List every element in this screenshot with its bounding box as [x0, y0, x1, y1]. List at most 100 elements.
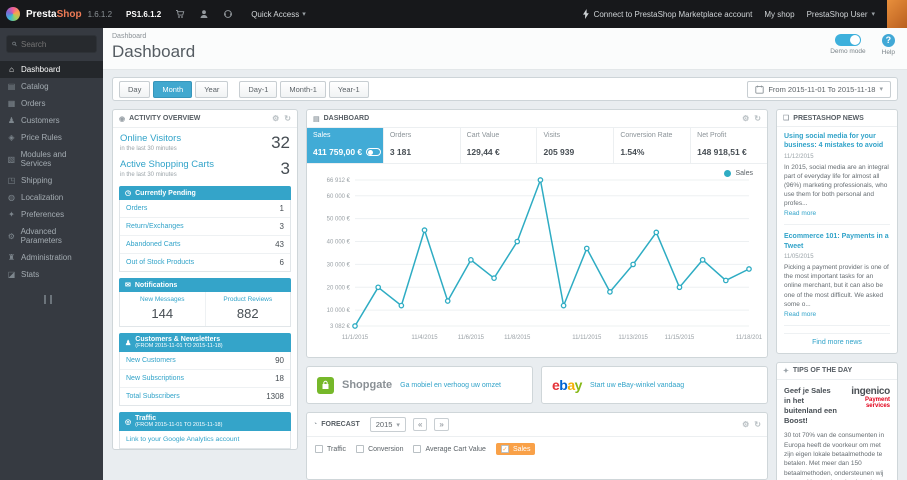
- middle-column: ▤ DASHBOARD ⚙ ↻ Sales 411 759,00 € Orders…: [306, 109, 768, 480]
- forecast-cart-value-checkbox[interactable]: Average Cart Value: [413, 445, 486, 453]
- google-analytics-link[interactable]: Link to your Google Analytics account: [120, 431, 290, 448]
- prev-year-button[interactable]: «: [412, 418, 428, 431]
- filter-month-1-button[interactable]: Month-1: [280, 80, 326, 98]
- out-of-stock-link[interactable]: Out of Stock Products: [126, 259, 194, 266]
- sidebar-item-administration[interactable]: ♜ Administration: [0, 249, 103, 266]
- filter-day-1-button[interactable]: Day-1: [239, 80, 278, 98]
- help-label: Help: [881, 49, 895, 56]
- sidebar-item-localization[interactable]: ◍ Localization: [0, 189, 103, 206]
- avatar[interactable]: [887, 0, 907, 28]
- product-reviews-link[interactable]: Product Reviews: [208, 296, 289, 303]
- sidebar-item-stats[interactable]: ◪ Stats: [0, 266, 103, 283]
- user-icon[interactable]: [199, 9, 209, 19]
- gear-icon[interactable]: ⚙: [272, 114, 279, 123]
- svg-text:20 000 €: 20 000 €: [327, 285, 351, 291]
- sidebar-item-label: Modules and Services: [20, 150, 67, 168]
- refresh-icon[interactable]: ↻: [754, 420, 761, 429]
- support-icon[interactable]: [223, 9, 233, 19]
- returns-link[interactable]: Return/Exchanges: [126, 223, 184, 230]
- forecast-conversion-checkbox[interactable]: Conversion: [356, 445, 403, 453]
- year-value: 2015: [375, 420, 393, 429]
- checkbox-checked-icon: ✓: [500, 445, 509, 453]
- news-article: Ecommerce 101: Payments in a Tweet 11/05…: [784, 232, 890, 326]
- forecast-legend-label: Average Cart Value: [425, 445, 486, 453]
- refresh-icon[interactable]: ↻: [754, 114, 761, 123]
- search-input[interactable]: [21, 39, 91, 49]
- sidebar-item-advanced-parameters[interactable]: ⚙ Advanced Parameters: [0, 223, 103, 249]
- row-value: 1: [279, 204, 284, 213]
- news-article-title[interactable]: Using social media for your business: 4 …: [784, 132, 890, 151]
- panel-title: ACTIVITY OVERVIEW: [129, 115, 201, 122]
- sidebar-item-modules[interactable]: ▧ Modules and Services: [0, 146, 103, 172]
- forecast-sales-checkbox[interactable]: ✓ Sales: [495, 443, 536, 455]
- sidebar-search[interactable]: [6, 35, 97, 53]
- marketplace-link[interactable]: Connect to PrestaShop Marketplace accoun…: [582, 9, 752, 19]
- read-more-link[interactable]: Read more: [784, 311, 890, 318]
- demo-mode-toggle[interactable]: [834, 34, 861, 46]
- stat-subtitle: in the last 30 minutes: [120, 172, 177, 178]
- shopgate-logo-text: Shopgate: [342, 379, 393, 391]
- new-messages-link[interactable]: New Messages: [122, 296, 203, 303]
- new-subscriptions-link[interactable]: New Subscriptions: [126, 375, 184, 382]
- online-visitors-link[interactable]: Online Visitors: [120, 133, 181, 144]
- panel-title: PRESTASHOP NEWS: [793, 114, 864, 122]
- shop-name[interactable]: PS1.6.1.2: [126, 10, 161, 19]
- right-column: ❏ PRESTASHOP NEWS Using social media for…: [776, 109, 898, 480]
- year-select[interactable]: 2015 ▾: [369, 417, 406, 432]
- sidebar-item-preferences[interactable]: ✦ Preferences: [0, 206, 103, 223]
- filter-day-button[interactable]: Day: [119, 80, 151, 98]
- sidebar-item-catalog[interactable]: ▤ Catalog: [0, 78, 103, 95]
- section-title-text: Traffic: [135, 415, 157, 422]
- filter-year-1-button[interactable]: Year-1: [328, 80, 369, 98]
- news-article-title[interactable]: Ecommerce 101: Payments in a Tweet: [784, 232, 890, 251]
- find-more-news-link[interactable]: Find more news: [784, 332, 890, 346]
- help-control[interactable]: ? Help: [882, 34, 895, 56]
- forecast-traffic-checkbox[interactable]: Traffic: [315, 445, 346, 453]
- gear-icon[interactable]: ⚙: [742, 114, 749, 123]
- kpi-sales[interactable]: Sales 411 759,00 €: [307, 128, 384, 163]
- ebay-link[interactable]: Start uw eBay-winkel vandaag: [590, 382, 684, 389]
- kpi-conversion-rate[interactable]: Conversion Rate 1.54%: [614, 128, 692, 163]
- quick-access-menu[interactable]: Quick Access ▾: [251, 10, 306, 19]
- new-customers-link[interactable]: New Customers: [126, 357, 176, 364]
- active-carts-link[interactable]: Active Shopping Carts: [120, 159, 214, 170]
- filter-year-button[interactable]: Year: [195, 80, 229, 98]
- globe-icon: ◍: [8, 193, 15, 202]
- my-shop-link[interactable]: My shop: [764, 10, 794, 19]
- calendar-icon: [755, 85, 764, 94]
- gear-icon[interactable]: ⚙: [742, 420, 749, 429]
- kpi-visits[interactable]: Visits 205 939: [537, 128, 615, 163]
- kpi-net-profit[interactable]: Net Profit 148 918,51 €: [691, 128, 767, 163]
- filter-month-button[interactable]: Month: [153, 80, 193, 98]
- sidebar-item-dashboard[interactable]: ⌂ Dashboard: [0, 61, 103, 78]
- next-year-button[interactable]: »: [434, 418, 449, 431]
- news-body: Using social media for your business: 4 …: [777, 127, 897, 353]
- date-range-picker[interactable]: From 2015-11-01 To 2015-11-18 ▾: [747, 80, 891, 98]
- sidebar-item-customers[interactable]: ♟ Customers: [0, 112, 103, 129]
- svg-text:3 082 €: 3 082 €: [330, 324, 351, 330]
- abandoned-carts-link[interactable]: Abandoned Carts: [126, 241, 180, 248]
- sales-curve-toggle[interactable]: [366, 148, 382, 156]
- total-subscribers-link[interactable]: Total Subscribers: [126, 393, 180, 400]
- demo-mode-control[interactable]: Demo mode: [830, 34, 866, 56]
- help-icon[interactable]: ?: [881, 34, 895, 47]
- svg-text:11/18/201: 11/18/201: [736, 335, 763, 341]
- kpi-orders[interactable]: Orders 3 181: [384, 128, 461, 163]
- cart-icon[interactable]: [175, 9, 185, 19]
- kpi-cart-value[interactable]: Cart Value 129,44 €: [461, 128, 538, 163]
- sidebar-item-price-rules[interactable]: ◈ Price Rules: [0, 129, 103, 146]
- news-article: Using social media for your business: 4 …: [784, 132, 890, 226]
- legend-dot-icon: [724, 170, 732, 177]
- row-value: 6: [279, 258, 284, 267]
- sidebar-item-orders[interactable]: ▦ Orders: [0, 95, 103, 112]
- orders-link[interactable]: Orders: [126, 205, 147, 212]
- refresh-icon[interactable]: ↻: [284, 114, 291, 123]
- user-menu[interactable]: PrestaShop User ▾: [807, 10, 875, 19]
- sidebar-item-shipping[interactable]: ◳ Shipping: [0, 172, 103, 189]
- read-more-link[interactable]: Read more: [784, 210, 890, 217]
- shopgate-link[interactable]: Ga mobiel en verhoog uw omzet: [400, 382, 501, 389]
- collapse-sidebar-icon[interactable]: [44, 295, 52, 304]
- svg-text:11/4/2015: 11/4/2015: [411, 335, 438, 341]
- kpi-value: 129,44 €: [466, 147, 500, 157]
- checkbox-icon: [356, 445, 365, 453]
